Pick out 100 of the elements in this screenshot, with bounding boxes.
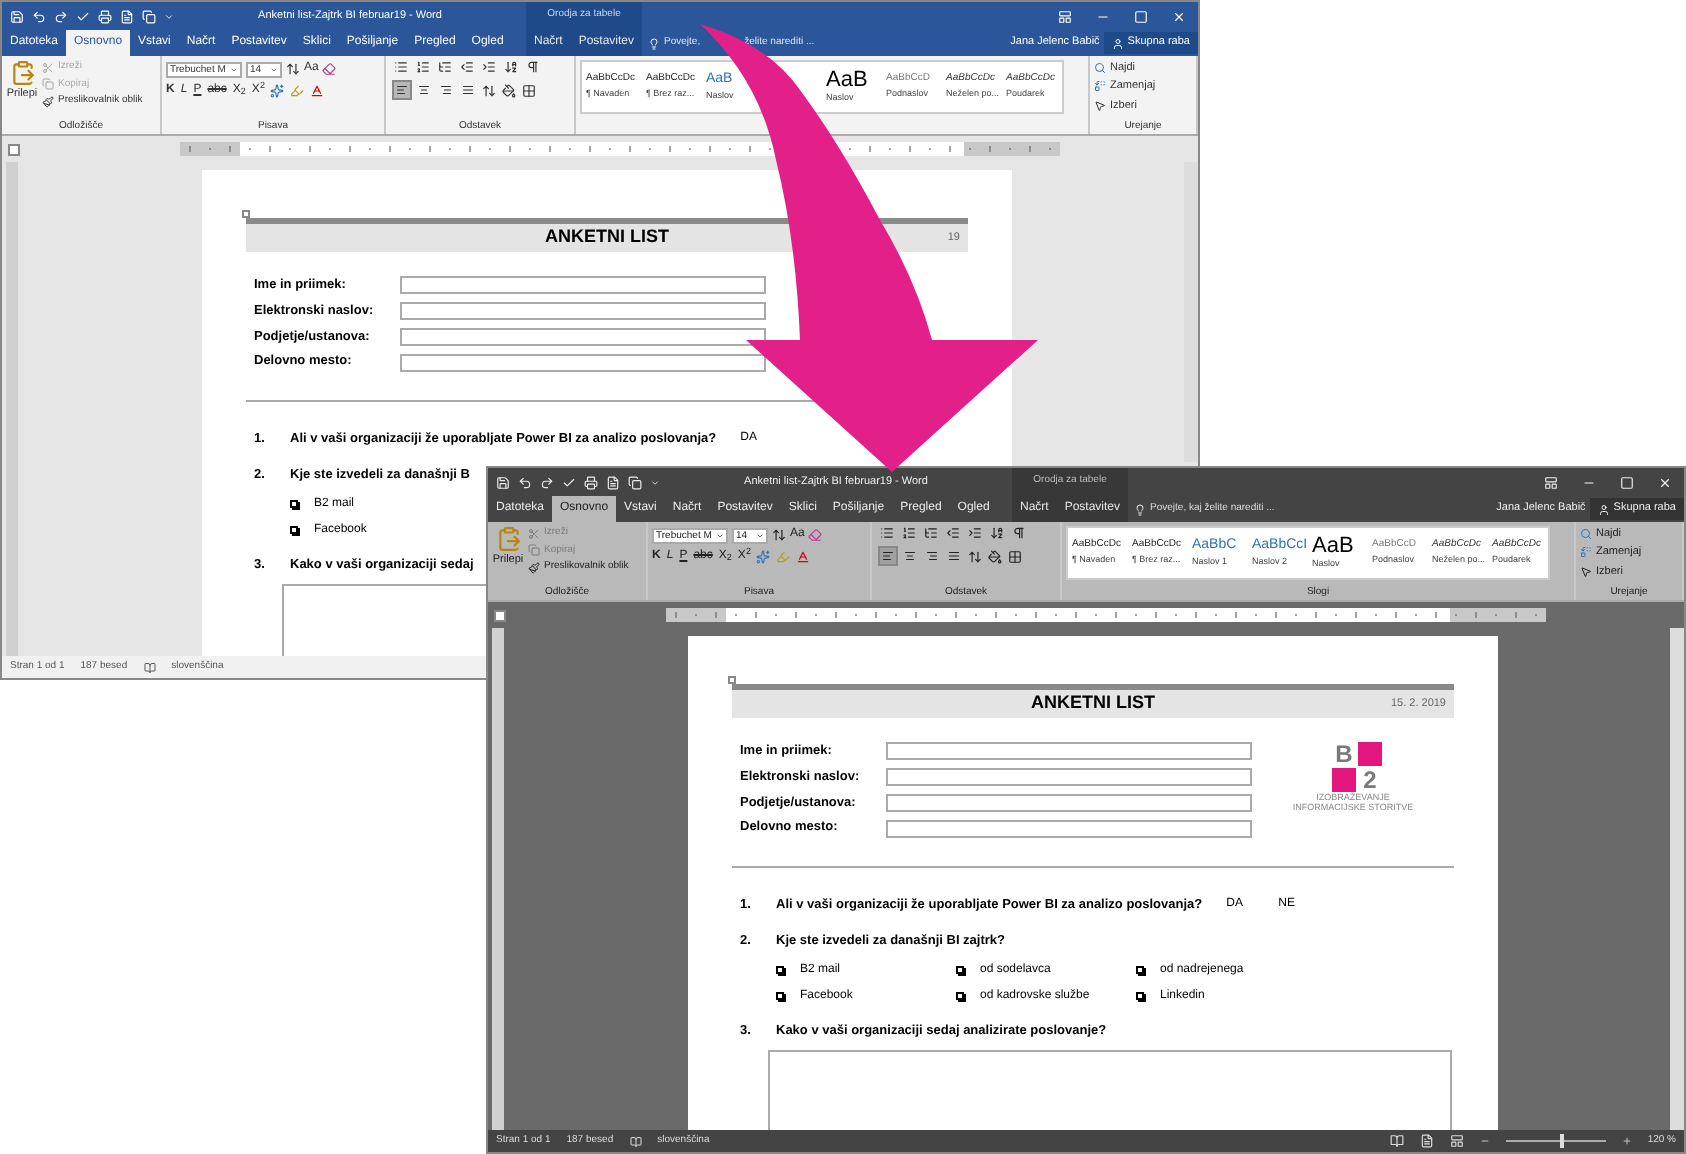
replace-icon (1094, 80, 1106, 93)
line-spacing-icon[interactable] (482, 83, 496, 97)
numbered-list-icon[interactable] (902, 526, 916, 540)
read-mode-icon[interactable] (1389, 1134, 1404, 1148)
increase-indent-icon[interactable] (968, 526, 982, 540)
clipboard-icon (495, 526, 521, 552)
align-icon (926, 550, 938, 562)
align-icon (396, 84, 408, 96)
line-spacing-icon[interactable] (968, 549, 982, 563)
person-icon (1597, 503, 1610, 515)
pointer-icon (1580, 565, 1592, 578)
checkbox-icon (776, 966, 784, 974)
align-button[interactable] (438, 82, 454, 98)
checkbox-icon (956, 992, 964, 1000)
numbered-list-icon[interactable] (416, 60, 430, 74)
search-icon (1580, 528, 1592, 541)
input-field[interactable] (886, 768, 1252, 787)
scissors-icon (42, 61, 54, 74)
maximize-icon[interactable] (1620, 475, 1634, 489)
align-button[interactable] (902, 548, 918, 564)
align-button[interactable] (460, 82, 476, 98)
redo-icon[interactable] (54, 9, 68, 23)
align-button[interactable] (394, 82, 410, 98)
align-button[interactable] (416, 82, 432, 98)
ribbon-display-icon[interactable] (1544, 475, 1558, 489)
undo-icon[interactable] (32, 9, 46, 23)
eraser-icon[interactable] (322, 62, 337, 76)
print-layout-icon[interactable] (1419, 1134, 1434, 1148)
person-icon (1111, 37, 1124, 49)
eraser-icon[interactable] (808, 528, 823, 542)
sort-icon[interactable] (990, 526, 1004, 540)
text-effects-icon[interactable] (270, 84, 285, 98)
multilevel-list-icon[interactable] (924, 526, 938, 540)
align-icon (440, 84, 452, 96)
proofing-icon[interactable] (143, 661, 156, 673)
paintbrush-icon (528, 561, 540, 574)
input-field[interactable] (886, 742, 1252, 761)
align-button[interactable] (924, 548, 940, 564)
redo-icon[interactable] (540, 475, 554, 489)
save-icon[interactable] (496, 475, 510, 489)
checkbox-icon (776, 992, 784, 1000)
align-icon (904, 550, 916, 562)
multilevel-list-icon[interactable] (438, 60, 452, 74)
lightbulb-icon (648, 37, 661, 49)
font-color-icon[interactable] (310, 84, 325, 98)
align-icon (882, 550, 894, 562)
bullet-list-icon[interactable] (880, 526, 894, 540)
decrease-indent-icon[interactable] (460, 60, 474, 74)
checkmark-icon[interactable] (562, 475, 576, 489)
font-color-icon[interactable] (796, 550, 811, 564)
checkbox-icon (1136, 992, 1144, 1000)
zoom-in-icon[interactable] (1621, 1136, 1632, 1146)
align-button[interactable] (946, 548, 962, 564)
dropdown-icon[interactable] (650, 477, 660, 487)
copy-icon (42, 78, 54, 91)
copy-icon[interactable] (628, 475, 642, 489)
bullet-list-icon[interactable] (394, 60, 408, 74)
tab-selector-icon[interactable] (8, 143, 20, 155)
scrollbar[interactable] (1670, 628, 1684, 1130)
paintbrush-icon (42, 95, 54, 108)
pilcrow-icon[interactable] (1012, 526, 1026, 540)
document-icon[interactable] (606, 475, 620, 489)
web-layout-icon[interactable] (1449, 1134, 1464, 1148)
input-field[interactable] (886, 819, 1252, 838)
shading-icon[interactable] (502, 83, 516, 97)
scissors-icon (528, 527, 540, 540)
borders-icon[interactable] (1008, 549, 1022, 563)
pilcrow-icon[interactable] (526, 60, 540, 74)
borders-icon[interactable] (522, 83, 536, 97)
checkbox-icon (1136, 966, 1144, 974)
checkbox-icon (956, 966, 964, 974)
align-icon (418, 84, 430, 96)
input-field[interactable] (400, 327, 766, 346)
undo-icon[interactable] (518, 475, 532, 489)
input-field[interactable] (400, 353, 766, 372)
replace-icon (1580, 546, 1592, 559)
close-icon[interactable] (1658, 475, 1672, 489)
font-size-icon[interactable] (286, 62, 300, 76)
clipboard-icon (9, 60, 35, 86)
zoom-out-icon[interactable] (1479, 1136, 1490, 1146)
scrollbar[interactable] (1184, 162, 1198, 462)
sort-icon[interactable] (504, 60, 518, 74)
font-size-icon[interactable] (772, 528, 786, 542)
text-effects-icon[interactable] (756, 550, 771, 564)
checkbox-icon (290, 526, 298, 534)
input-field[interactable] (400, 302, 766, 321)
heading-title: ANKETNI LIST (543, 224, 671, 251)
increase-indent-icon[interactable] (482, 60, 496, 74)
printer-icon[interactable] (98, 9, 112, 23)
printer-icon[interactable] (584, 475, 598, 489)
input-field[interactable] (400, 276, 766, 295)
zoom-thumb[interactable] (1560, 1134, 1565, 1148)
ribbon-display-icon[interactable] (1058, 9, 1072, 23)
align-button[interactable] (880, 548, 896, 564)
input-field[interactable] (886, 793, 1252, 812)
copy-icon[interactable] (142, 9, 156, 23)
decrease-indent-icon[interactable] (946, 526, 960, 540)
shading-icon[interactable] (988, 549, 1002, 563)
tab-selector-icon[interactable] (494, 609, 506, 621)
heading-title: ANKETNI LIST (1029, 690, 1157, 717)
